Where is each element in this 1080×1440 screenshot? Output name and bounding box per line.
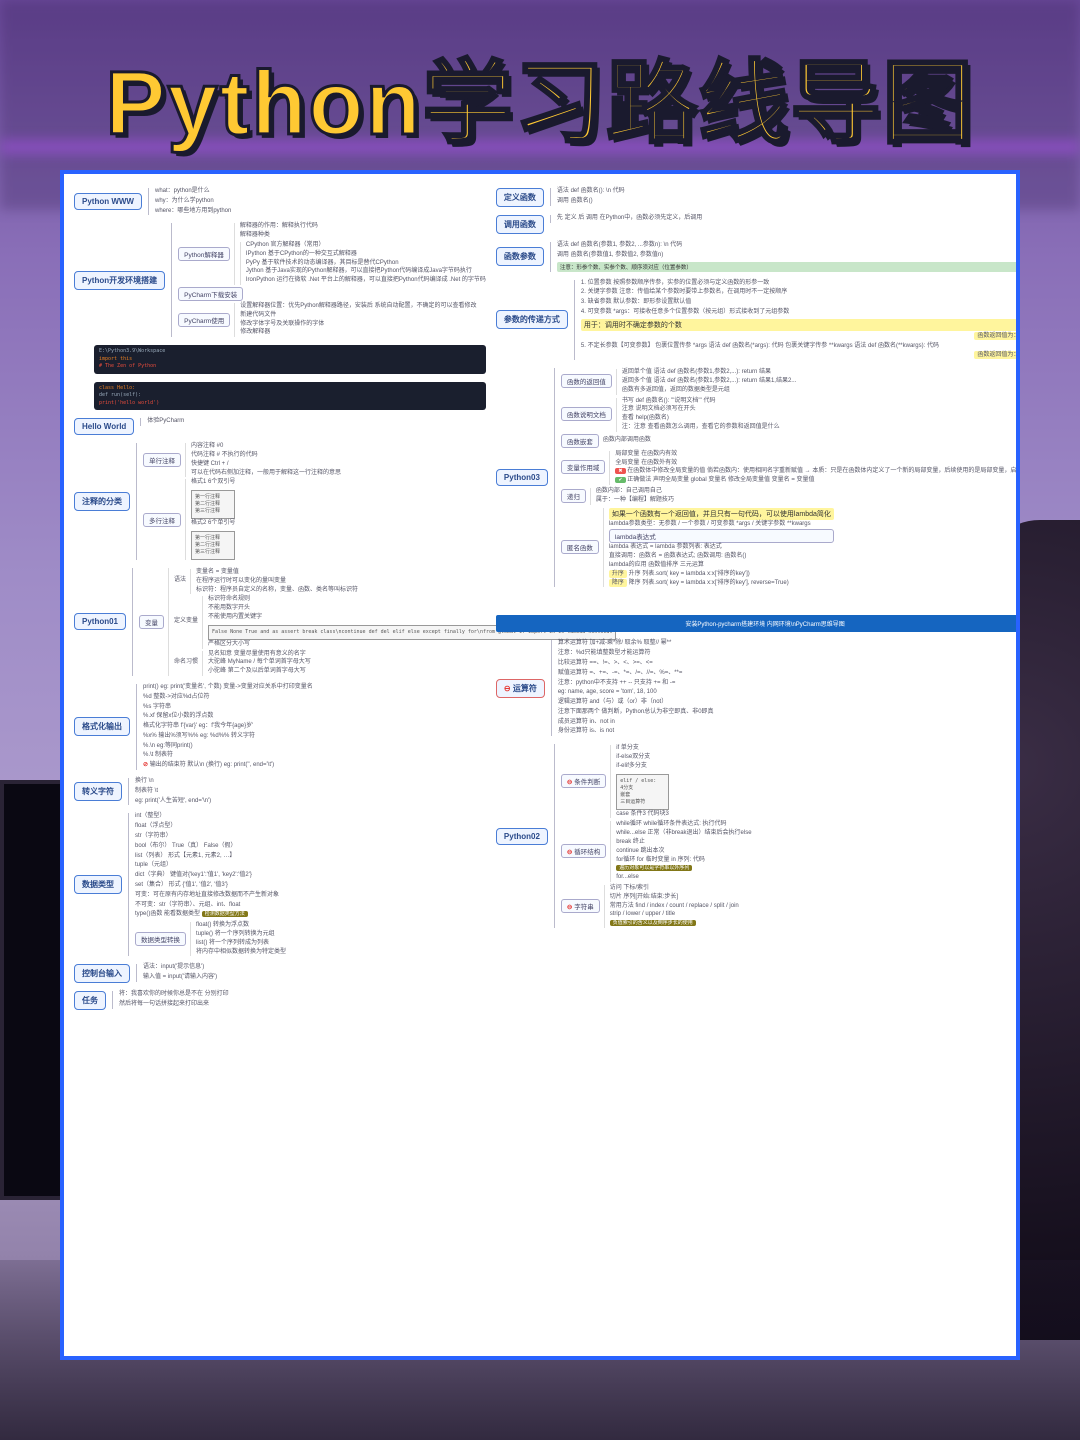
- col-right: 定义函数 语法 def 函数名(): \n 代码 调用 函数名() 调用函数 先…: [496, 188, 1020, 1342]
- col-python01: Python WWW what：python是什么 why：为什么学python…: [74, 188, 486, 1342]
- node-www: Python WWW: [74, 193, 142, 210]
- node-escape: 转义字符: [74, 782, 122, 801]
- minus-icon: ⊖: [567, 779, 572, 786]
- node-hello: Hello World: [74, 418, 134, 435]
- error-icon: ✖: [615, 468, 625, 474]
- node-param: 函数参数: [496, 247, 544, 266]
- page-title: Python学习路线导图: [0, 30, 1080, 160]
- root-python02: Python02: [496, 828, 548, 845]
- minus-icon: ⊖: [504, 684, 511, 693]
- node-ptype: 参数的传递方式: [496, 310, 568, 329]
- node-op: ⊖ 运算符: [496, 679, 545, 698]
- mindmap-sheet: Python WWW what：python是什么 why：为什么学python…: [60, 170, 1020, 1360]
- node-call: 调用函数: [496, 215, 544, 234]
- check-icon: ✔: [615, 477, 625, 483]
- node-comment: 注释的分类: [74, 492, 130, 511]
- node-fmt: 格式化输出: [74, 717, 130, 736]
- warning-icon: ⊘: [143, 762, 148, 768]
- code-screenshot-2: class Hello: def run(self): print('hello…: [94, 382, 486, 411]
- minus-icon: ⊖: [567, 904, 572, 911]
- root-python01: Python01: [74, 613, 126, 630]
- header-python02: 安装Python-pycharm搭建环境 内网环境\nPyCharm思维导图: [496, 615, 1020, 632]
- node-dtype: 数据类型: [74, 875, 122, 894]
- node-input: 控制台输入: [74, 964, 130, 983]
- code-screenshot-1: E:\Python3.9\Workspace import this # The…: [94, 345, 486, 374]
- minus-icon: ⊖: [567, 849, 572, 856]
- node-var: 变量: [139, 615, 164, 629]
- node-def: 定义函数: [496, 188, 544, 207]
- root-python03: Python03: [496, 469, 548, 486]
- node-env: Python开发环境搭建: [74, 271, 165, 290]
- node-task: 任务: [74, 991, 106, 1010]
